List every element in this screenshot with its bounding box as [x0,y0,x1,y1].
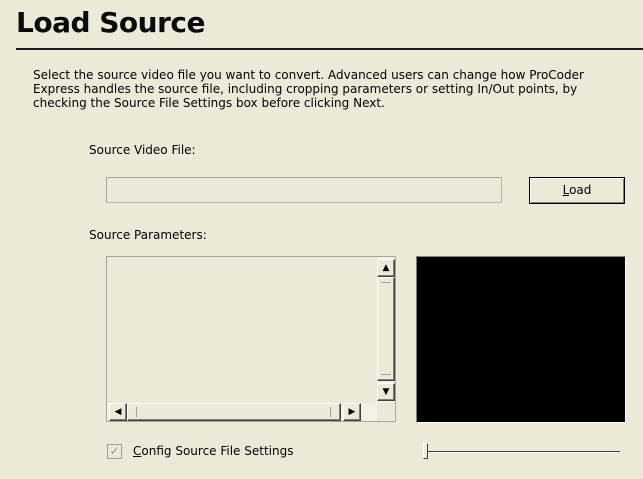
scroll-down-icon[interactable]: ▼ [377,383,395,401]
source-video-file-input[interactable] [106,177,502,203]
config-source-file-settings-checkbox[interactable]: ✓ [107,444,122,459]
horizontal-scroll-thumb[interactable] [127,403,341,421]
load-button[interactable]: Load [529,177,625,204]
scroll-up-icon[interactable]: ▲ [377,259,395,277]
vertical-scrollbar[interactable]: ▲ ▼ [377,257,395,403]
scroll-right-icon[interactable]: ▶ [343,403,361,421]
scroll-left-icon[interactable]: ◀ [109,403,127,421]
video-preview [416,256,626,423]
page-title: Load Source [16,6,206,39]
vertical-scroll-thumb[interactable] [377,277,395,381]
title-divider [16,48,643,50]
source-parameters-label: Source Parameters: [89,228,207,242]
load-button-label: oad [569,183,592,197]
page-description: Select the source video file you want to… [33,68,584,110]
horizontal-scrollbar[interactable]: ◀ ▶ [107,403,377,421]
preview-slider-thumb[interactable] [423,443,428,459]
source-parameters-list[interactable]: ▲ ▼ ◀ ▶ [106,256,396,422]
config-label-text: onfig Source File Settings [141,444,294,458]
scrollbar-corner [377,403,395,421]
config-source-file-settings-label[interactable]: Config Source File Settings [133,444,293,458]
preview-slider-track-highlight [424,452,620,453]
source-video-file-label: Source Video File: [89,143,196,157]
